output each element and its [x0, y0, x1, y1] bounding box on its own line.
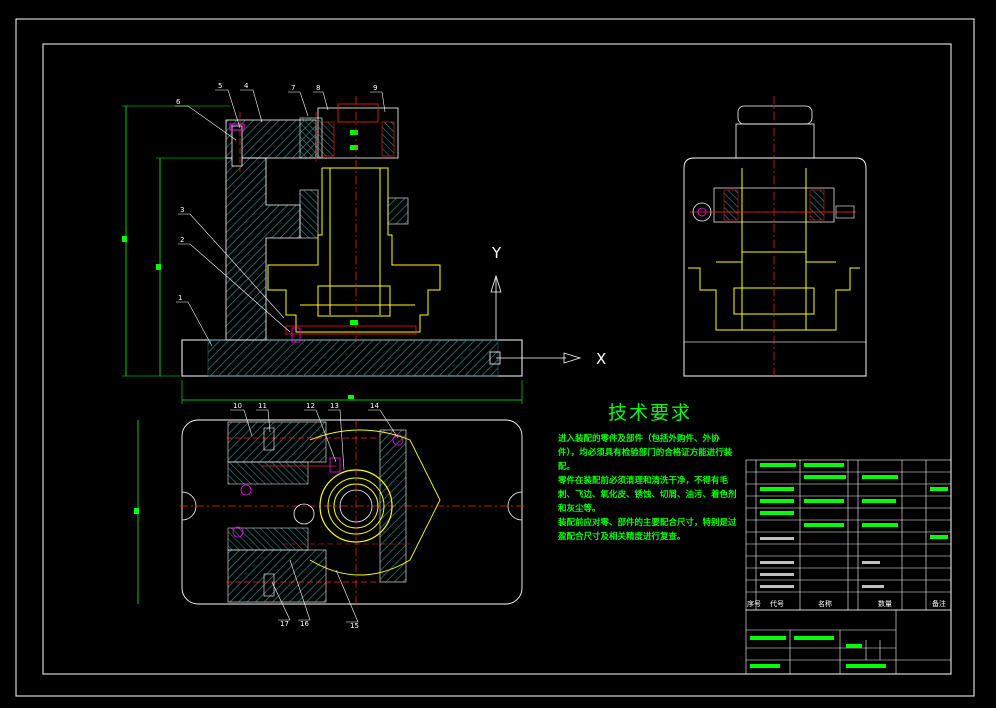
- tech-requirements-title: 技术要求: [608, 402, 693, 424]
- req-line: 配。: [558, 462, 576, 472]
- callout-10: 10: [233, 402, 242, 410]
- callout-5: 5: [218, 82, 222, 90]
- callout-1: 1: [178, 294, 182, 302]
- title-block-fills: [750, 463, 948, 668]
- axis-x-label: X: [596, 350, 606, 368]
- header-seq: 序号: [747, 599, 761, 608]
- callout-6: 6: [176, 98, 181, 106]
- title-block: [745, 459, 952, 675]
- callout-2: 2: [180, 236, 184, 244]
- req-line: 装配前应对零、部件的主要配合尺寸，特别是过: [558, 518, 737, 528]
- callout-15: 15: [350, 622, 359, 630]
- req-line: 零件在装配前必须清理和清洗干净，不得有毛: [558, 476, 729, 486]
- axis-y-label: Y: [491, 244, 502, 262]
- callout-8: 8: [316, 84, 320, 92]
- req-line: 盈配合尺寸及相关精度进行复查。: [558, 532, 686, 542]
- req-line: 进入装配的零件及部件（包括外购件、外协: [558, 434, 720, 444]
- callout-13: 13: [330, 402, 339, 410]
- side-view: [683, 96, 867, 377]
- header-remark: 备注: [932, 599, 946, 608]
- callout-17: 17: [280, 620, 289, 628]
- header-qty: 数量: [878, 599, 892, 608]
- front-view: Y X: [122, 89, 606, 404]
- title-block-white-cells: [760, 537, 884, 588]
- callout-7: 7: [291, 84, 295, 92]
- req-line: 刺、飞边、氧化皮、锈蚀、切屑、油污、着色剂: [558, 490, 737, 500]
- header-name: 名称: [818, 599, 832, 608]
- tech-requirements-body: 进入装配的零件及部件（包括外购件、外协 件），均必须具有检验部门的合格证方能进行…: [558, 432, 738, 544]
- header-code: 代号: [770, 599, 784, 608]
- callout-11: 11: [258, 402, 267, 410]
- callout-4: 4: [244, 82, 249, 90]
- req-line: 件），均必须具有检验部门的合格证方能进行装: [558, 448, 733, 458]
- req-line: 和灰尘等。: [558, 504, 601, 514]
- callout-9: 9: [373, 84, 377, 92]
- top-view: [134, 409, 524, 623]
- callout-12: 12: [306, 402, 315, 410]
- cad-drawing: Y X 6 5 4 7 8 9 3 2 1 10 11 12 13 14 17 …: [15, 18, 975, 697]
- callout-14: 14: [370, 402, 379, 410]
- callout-16: 16: [300, 620, 309, 628]
- callout-3: 3: [180, 206, 184, 214]
